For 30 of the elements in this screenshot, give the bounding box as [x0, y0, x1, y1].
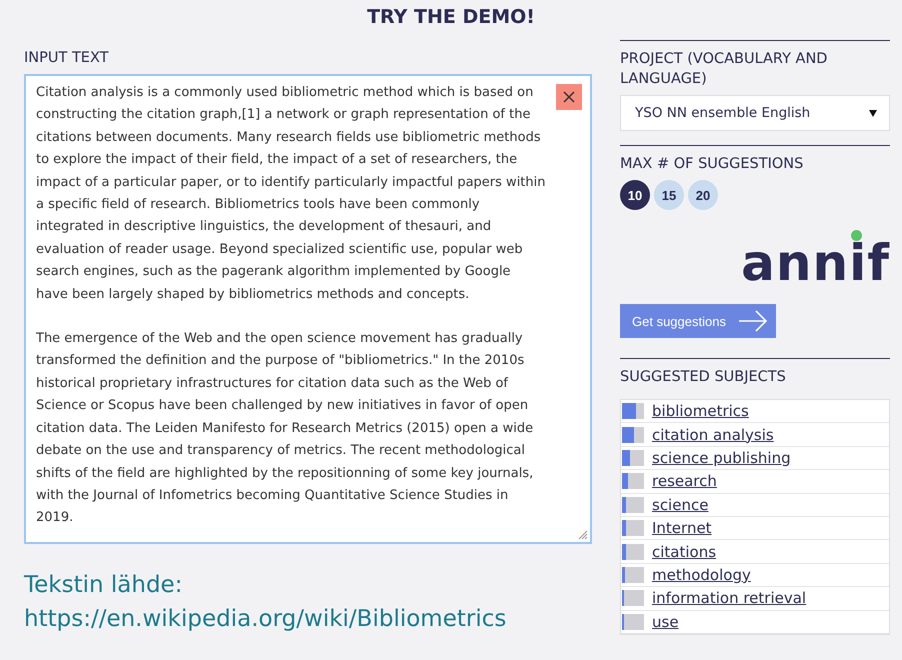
subject-link[interactable]: methodology [652, 566, 751, 584]
input-text-field[interactable] [24, 74, 592, 544]
input-paragraph: Citation analysis is a commonly used bibliometric method which is based on constructing the citation graph,[1] a network or graph representation of the citations between documents. Many research fields use bibliometric methods to explore the impact of their field, the impact of a set of researchers, the impact of a particular paper, or to identify particularly impactful papers within a specific field of research. Bibliometrics tools have been commonly integrated in descriptive linguistics, the development of thesauri, and evaluation of reader usage. Beyond specialized scientific use, popular web search engines, such as the pagerank algorithm implemented by Google have been largely shaped by bibliometrics methods and concepts. [36, 84, 546, 304]
suggestion-count-option[interactable]: 15 [654, 180, 684, 210]
close-icon [563, 91, 575, 103]
subject-link[interactable]: citations [652, 542, 716, 561]
suggestion-count-option[interactable]: 10 [620, 180, 650, 210]
project-select[interactable]: YSO NN ensemble English [620, 95, 890, 131]
subject-link[interactable]: citation analysis [652, 426, 774, 444]
dropdown-caret-icon [869, 110, 877, 116]
subject-link[interactable]: bibliometrics [652, 402, 749, 420]
page-title: TRY THE DEMO! [366, 6, 536, 28]
source-label: Tekstin lähde: [24, 571, 184, 600]
input-text-heading: INPUT TEXT [24, 49, 110, 68]
resize-grip-icon[interactable] [578, 530, 588, 540]
project-heading: PROJECT (VOCABULARY AND LANGUAGE) [620, 40, 890, 89]
logo: annif [741, 228, 890, 288]
subject-link[interactable]: use [652, 612, 679, 631]
suggested-subjects-heading: SUGGESTED SUBJECTS [620, 358, 890, 387]
source-link[interactable]: https://en.wikipedia.org/wiki/Bibliometrics [24, 602, 592, 636]
suggestion-count-option[interactable]: 20 [688, 180, 718, 210]
subject-link[interactable]: Internet [652, 519, 712, 538]
clear-button[interactable] [556, 84, 582, 110]
subject-link[interactable]: information retrieval [652, 589, 806, 608]
subject-link[interactable]: research [652, 472, 717, 490]
arrow-icon [738, 310, 768, 332]
input-paragraph: The emergence of the Web and the open science movement has gradually transformed the definition and the purpose of "bibliometrics." In the 2010s historical proprietary infrastructures for citation data such as the Web of Science or Scopus have been challenged by new initiatives in favor of open citation data. The Leiden Manifesto for Research Metrics (2015) open a wide debate on the use and transparency of metrics. The recent methodological shifts of the field are highlighted by the repositionning of some key journals, with the Journal of Infometrics becoming Quantitative Science Studies in 2019. [36, 330, 534, 528]
max-suggestions-heading: MAX # OF SUGGESTIONS [620, 145, 890, 174]
subject-link[interactable]: science [652, 496, 708, 514]
subject-link[interactable]: science publishing [652, 448, 791, 467]
